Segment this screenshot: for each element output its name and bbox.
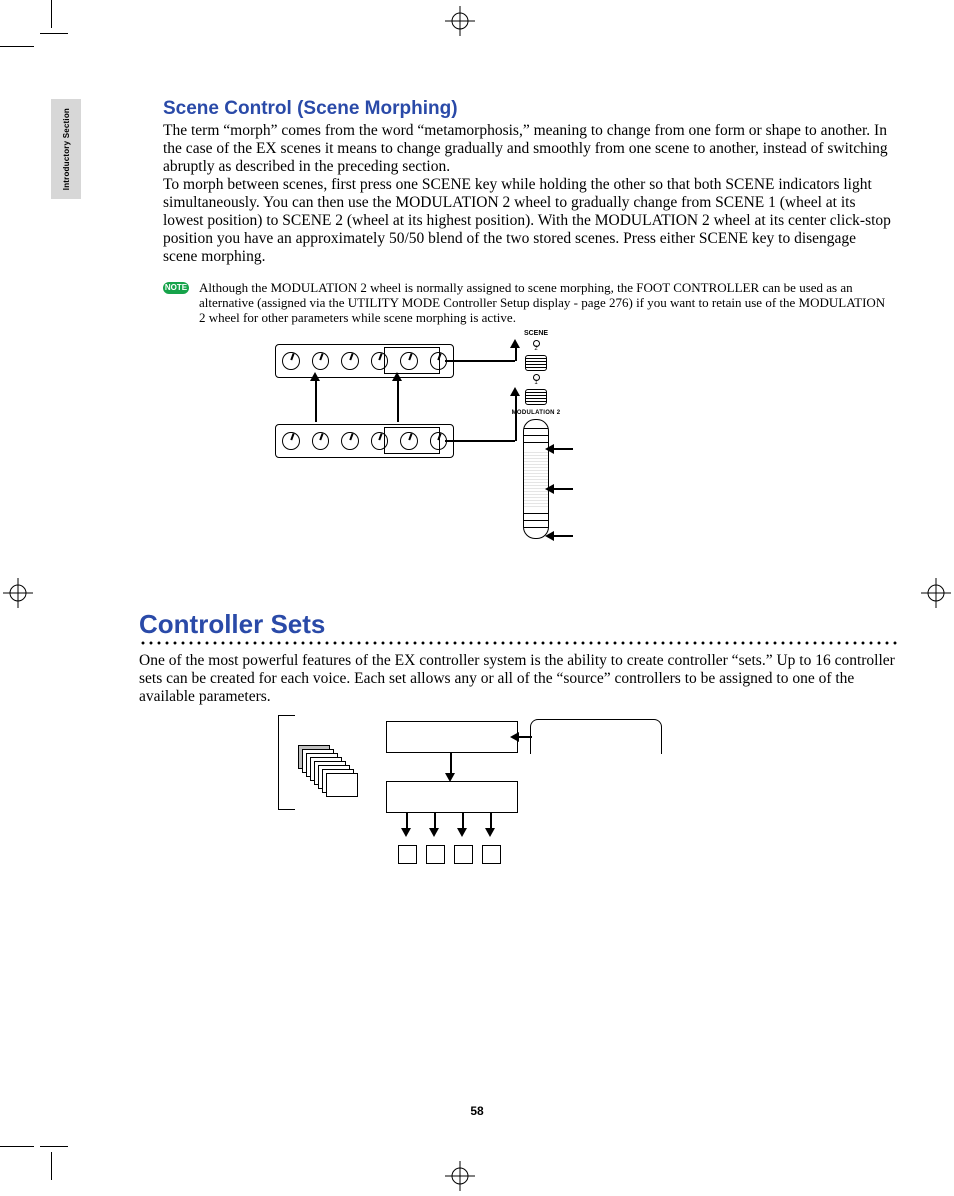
param-box-bottom xyxy=(386,781,518,813)
scene-button-2 xyxy=(525,355,547,371)
dotted-rule xyxy=(139,640,899,646)
source-box xyxy=(530,719,662,754)
dest-square xyxy=(398,845,417,864)
registration-mark xyxy=(921,578,951,608)
dest-square xyxy=(454,845,473,864)
dest-square xyxy=(426,845,445,864)
controller-set-stack xyxy=(298,745,356,805)
section-tab-label: Introductory Section xyxy=(62,108,71,190)
body-controller-sets: One of the most powerful features of the… xyxy=(139,652,899,706)
modulation-label: MODULATION 2 xyxy=(511,410,561,416)
scene-num-2: 2 xyxy=(511,346,561,352)
scene-num-1: 1 xyxy=(511,380,561,386)
heading-controller-sets: Controller Sets xyxy=(139,610,899,638)
subheading-scene-control: Scene Control (Scene Morphing) xyxy=(163,98,893,120)
note-text: Although the MODULATION 2 wheel is norma… xyxy=(199,280,893,325)
knob-strip-scene1 xyxy=(275,424,454,458)
registration-mark xyxy=(445,1161,475,1191)
diagram-scene-morphing: SCENE 2 1 MODULATION 2 xyxy=(275,330,695,565)
knob-strip-scene2 xyxy=(275,344,454,378)
diagram-controller-sets xyxy=(278,713,698,883)
scene-button-1 xyxy=(525,389,547,405)
registration-mark xyxy=(3,578,33,608)
note-badge: NOTE xyxy=(163,282,189,294)
body-scene-control: The term “morph” comes from the word “me… xyxy=(163,122,893,266)
modulation-wheel xyxy=(523,419,549,539)
scene-label: SCENE xyxy=(511,330,561,337)
registration-mark xyxy=(445,6,475,36)
page-number: 58 xyxy=(0,1104,954,1118)
dest-square xyxy=(482,845,501,864)
param-box-top xyxy=(386,721,518,753)
section-tab: Introductory Section xyxy=(51,99,81,199)
